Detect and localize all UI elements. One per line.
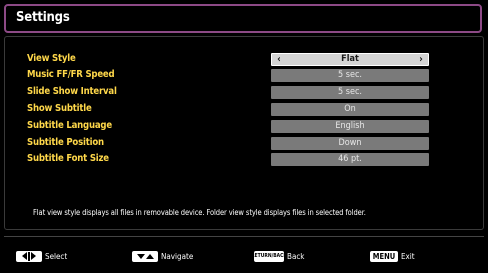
footer-back-label: Back — [287, 251, 305, 261]
subtitle-font-size-value[interactable]: 46 pt. — [271, 153, 429, 166]
setting-label-subtitle-font-size: Subtitle Font Size — [27, 153, 109, 164]
chevron-right-icon[interactable]: › — [415, 54, 427, 65]
setting-label-subtitle-position: Subtitle Position — [27, 137, 104, 148]
view-style-selector[interactable]: ‹ Flat › — [271, 53, 429, 66]
music-ff-fr-speed-value[interactable]: 5 sec. — [271, 69, 429, 82]
setting-label-subtitle-language: Subtitle Language — [27, 120, 112, 131]
setting-label-view-style: View Style — [27, 53, 76, 64]
setting-label-music-ff-fr-speed: Music FF/FR Speed — [27, 69, 115, 80]
down-up-arrows-icon — [132, 250, 158, 262]
subtitle-language-value[interactable]: English — [271, 120, 429, 133]
title-bar: Settings — [4, 4, 482, 33]
menu-key-icon: MENU — [370, 250, 398, 262]
footer-divider — [4, 236, 484, 237]
return-back-key-icon: RETURN/BACK — [251, 250, 287, 262]
footer-select-label: Select — [45, 251, 68, 261]
slide-show-interval-value[interactable]: 5 sec. — [271, 86, 429, 99]
view-style-value: Flat — [341, 54, 359, 64]
setting-label-slide-show-interval: Slide Show Interval — [27, 86, 117, 97]
left-right-arrows-icon — [16, 250, 42, 262]
info-description: Flat view style displays all files in re… — [33, 208, 366, 217]
setting-label-show-subtitle: Show Subtitle — [27, 103, 92, 114]
footer-navigate: Navigate — [132, 250, 193, 262]
page-title: Settings — [16, 10, 70, 25]
show-subtitle-value[interactable]: On — [271, 103, 429, 116]
footer-select: Select — [16, 250, 67, 262]
footer-exit: MENU Exit — [370, 250, 415, 262]
chevron-left-icon[interactable]: ‹ — [273, 54, 285, 65]
footer-navigate-label: Navigate — [161, 251, 194, 261]
footer-exit-label: Exit — [401, 251, 415, 261]
subtitle-position-value[interactable]: Down — [271, 137, 429, 150]
footer-back: RETURN/BACK Back — [251, 250, 305, 262]
